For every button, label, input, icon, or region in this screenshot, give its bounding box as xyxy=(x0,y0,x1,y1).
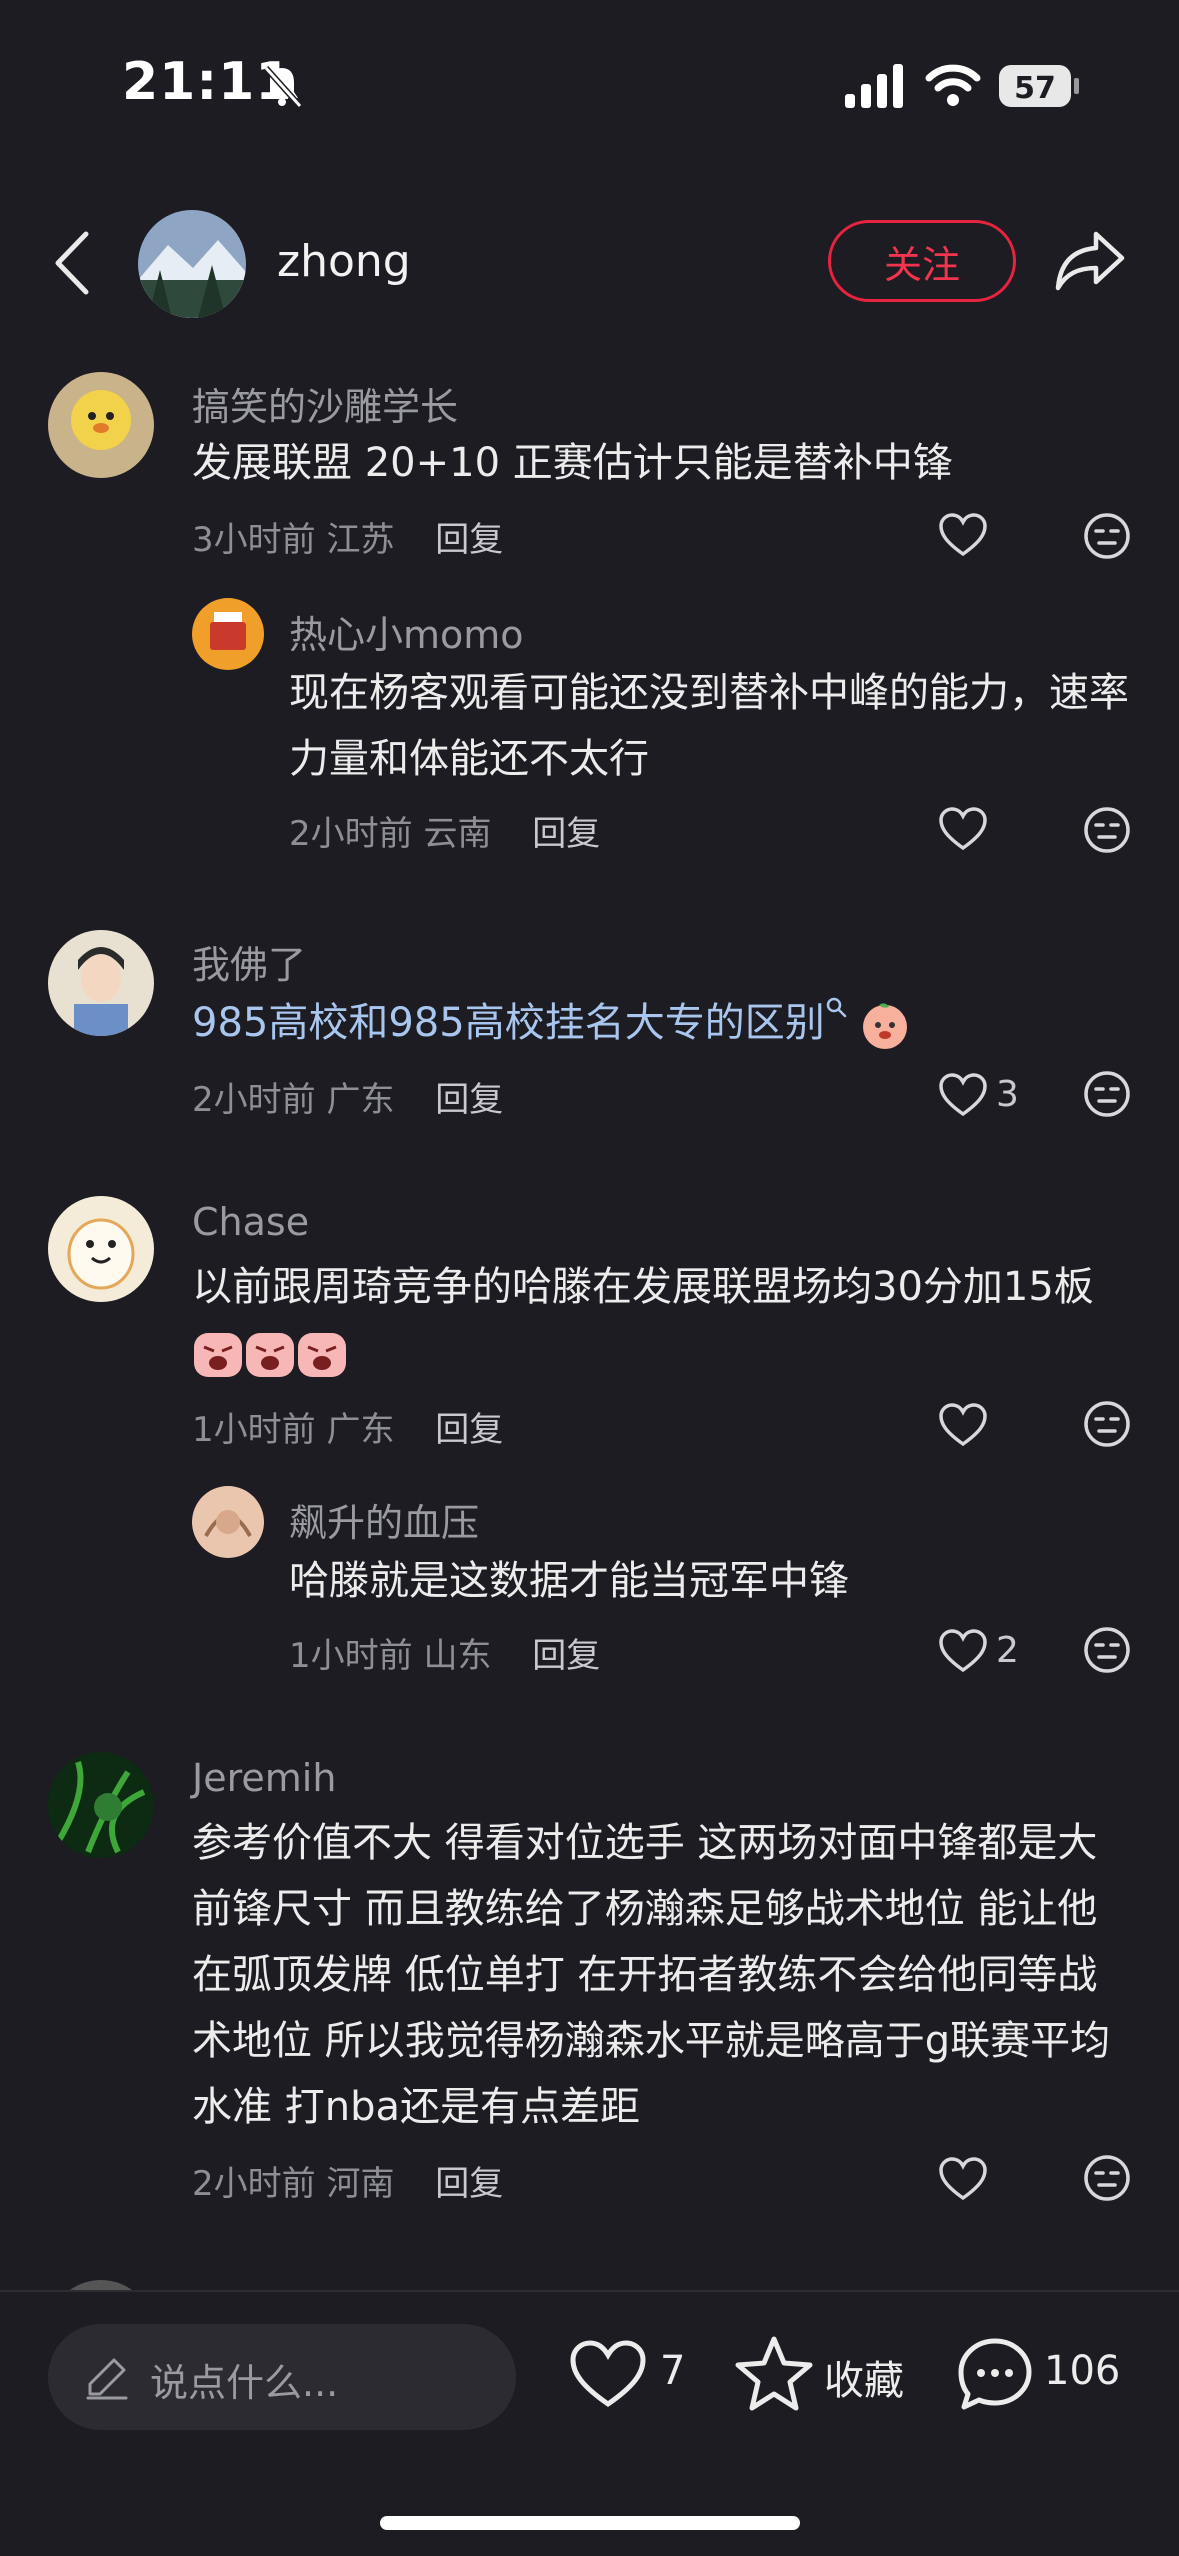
reply-button[interactable]: 回复 xyxy=(435,520,503,560)
comment-count: 106 xyxy=(1044,2348,1121,2394)
reply-button[interactable]: 回复 xyxy=(435,2164,503,2204)
heart-icon[interactable] xyxy=(938,1628,988,1674)
comment-username[interactable]: 我佛了 xyxy=(192,934,306,989)
user-avatar[interactable] xyxy=(192,598,264,670)
comment-time: 2小时前 xyxy=(192,2164,316,2204)
angry-face-emoji-icon xyxy=(194,1333,242,1377)
user-avatar[interactable] xyxy=(192,1486,264,1558)
user-avatar[interactable] xyxy=(48,930,154,1036)
comment-location: 河南 xyxy=(326,2164,395,2204)
heart-icon[interactable] xyxy=(938,2156,988,2202)
dislike-face-icon[interactable] xyxy=(1083,2154,1131,2202)
dislike-face-icon[interactable] xyxy=(1083,512,1131,560)
dislike-face-icon[interactable] xyxy=(1083,1070,1131,1118)
follow-button[interactable]: 关注 xyxy=(828,220,1016,302)
comment-username[interactable]: 搞笑的沙雕学长 xyxy=(192,376,458,431)
pencil-icon xyxy=(86,2358,128,2400)
comment-time: 2小时前 xyxy=(289,814,413,854)
comment-time: 1小时前 xyxy=(289,1636,413,1676)
comment-text-row: 985高校和985高校挂名大专的区别 xyxy=(192,990,1092,1056)
angry-emoji-group xyxy=(192,1330,348,1377)
reply-button[interactable]: 回复 xyxy=(435,1410,503,1450)
search-icon[interactable] xyxy=(825,996,847,1018)
comment-text: 现在杨客观看可能还没到替补中峰的能力，速率力量和体能还不太行 xyxy=(289,670,1129,782)
comment-meta: 1小时前 山东 回复 xyxy=(289,1628,600,1677)
comment-text: 以前跟周琦竞争的哈滕在发展联盟场均30分加15板 xyxy=(192,1264,1094,1310)
comment-username[interactable]: Jeremih xyxy=(192,1756,336,1800)
status-bar: 21:11 57 xyxy=(0,0,1179,175)
user-avatar[interactable] xyxy=(48,1752,154,1858)
comment-text: 发展联盟 20+10 正赛估计只能是替补中锋 xyxy=(192,440,953,486)
bell-muted-icon xyxy=(263,65,303,109)
heart-icon[interactable] xyxy=(938,1402,988,1448)
user-avatar[interactable] xyxy=(48,1196,154,1302)
comment-location: 云南 xyxy=(423,814,492,854)
comment-username[interactable]: 热心小momo xyxy=(289,604,524,659)
comment-text-row: 以前跟周琦竞争的哈滕在发展联盟场均30分加15板 xyxy=(192,1254,1122,1386)
comment-text[interactable]: 985高校和985高校挂名大专的区别 xyxy=(192,1000,825,1046)
wifi-icon xyxy=(925,64,981,106)
cellular-signal-icon xyxy=(845,64,903,108)
heart-icon[interactable] xyxy=(568,2338,648,2410)
heart-icon[interactable] xyxy=(938,512,988,558)
dislike-face-icon[interactable] xyxy=(1083,1626,1131,1674)
comment-time: 1小时前 xyxy=(192,1410,316,1450)
comment-input-placeholder[interactable]: 说点什么... xyxy=(150,2352,338,2407)
comment-location: 广东 xyxy=(326,1080,395,1120)
comment-meta: 2小时前 云南 回复 xyxy=(289,806,600,855)
author-avatar[interactable] xyxy=(138,210,246,318)
post-header: zhong 关注 xyxy=(0,200,1179,330)
comment-meta: 2小时前 广东 回复 xyxy=(192,1072,503,1121)
reply-button[interactable]: 回复 xyxy=(532,814,600,854)
like-count: 3 xyxy=(996,1074,1019,1115)
comment-location: 山东 xyxy=(423,1636,492,1676)
reply-button[interactable]: 回复 xyxy=(435,1080,503,1120)
comment-input[interactable]: 说点什么... xyxy=(48,2324,516,2430)
dislike-face-icon[interactable] xyxy=(1083,806,1131,854)
comment-time: 3小时前 xyxy=(192,520,316,560)
comment-text: 参考价值不大 得看对位选手 这两场对面中锋都是大前锋尺寸 而且教练给了杨瀚森足够… xyxy=(192,1820,1111,2130)
comment-text: 哈滕就是这数据才能当冠军中锋 xyxy=(289,1558,849,1604)
comment-username[interactable]: 飙升的血压 xyxy=(289,1492,479,1547)
battery-icon: 57 xyxy=(999,65,1079,107)
comment-meta: 3小时前 江苏 回复 xyxy=(192,512,503,561)
home-indicator[interactable] xyxy=(380,2516,800,2530)
battery-level: 57 xyxy=(1014,71,1056,106)
comment-time: 2小时前 xyxy=(192,1080,316,1120)
comment-meta: 2小时前 河南 回复 xyxy=(192,2156,503,2205)
star-icon[interactable] xyxy=(734,2334,814,2412)
comment-bubble-icon[interactable] xyxy=(956,2336,1034,2412)
comment-location: 江苏 xyxy=(326,520,395,560)
heart-icon[interactable] xyxy=(938,806,988,852)
share-icon[interactable] xyxy=(1052,226,1128,296)
heart-icon[interactable] xyxy=(938,1072,988,1118)
user-avatar[interactable] xyxy=(48,372,154,478)
like-count: 2 xyxy=(996,1630,1019,1671)
like-count: 7 xyxy=(660,2348,686,2394)
angry-face-emoji-icon xyxy=(298,1333,346,1377)
comment-location: 广东 xyxy=(326,1410,395,1450)
peach-emoji-icon xyxy=(863,1003,908,1049)
favorite-button[interactable]: 收藏 xyxy=(824,2348,904,2406)
angry-face-emoji-icon xyxy=(246,1333,294,1377)
back-arrow-icon[interactable] xyxy=(48,228,98,298)
author-name[interactable]: zhong xyxy=(277,236,411,287)
comment-meta: 1小时前 广东 回复 xyxy=(192,1402,503,1451)
dislike-face-icon[interactable] xyxy=(1083,1400,1131,1448)
comment-username[interactable]: Chase xyxy=(192,1200,309,1244)
reply-button[interactable]: 回复 xyxy=(532,1636,600,1676)
